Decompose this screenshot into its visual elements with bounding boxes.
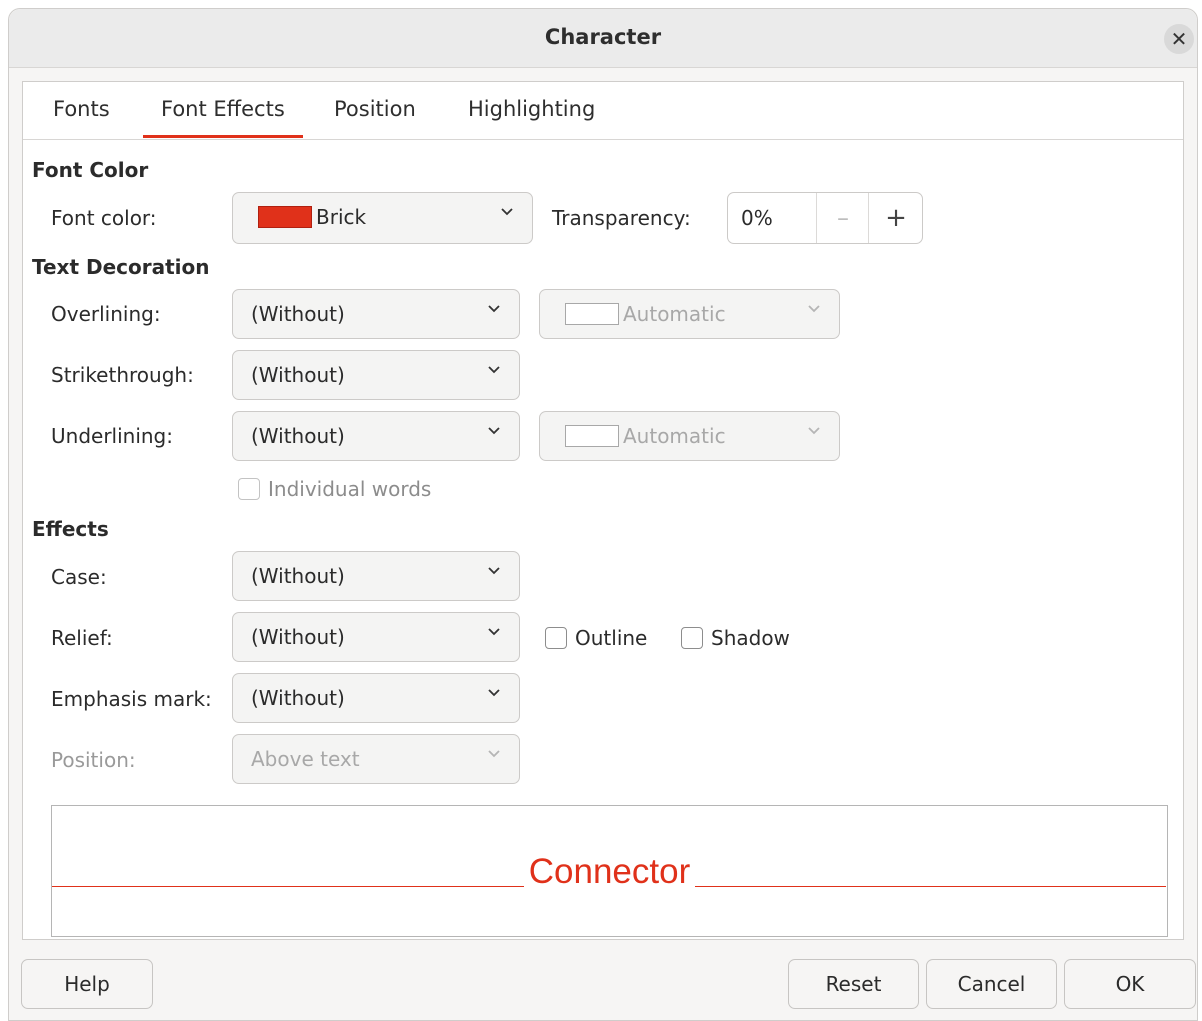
preview-underline-left (52, 886, 524, 887)
decrement-button[interactable]: – (816, 193, 869, 243)
strikethrough-value: (Without) (251, 363, 345, 387)
chevron-down-icon (488, 628, 500, 636)
close-button[interactable]: ✕ (1164, 24, 1194, 54)
position-label: Position: (51, 748, 136, 772)
outline-checkbox[interactable] (545, 627, 567, 649)
tab-font-effects[interactable]: Font Effects (161, 97, 285, 121)
outline-label: Outline (575, 626, 648, 650)
chevron-down-icon (488, 366, 500, 374)
case-value: (Without) (251, 564, 345, 588)
overline-color-value: Automatic (623, 302, 726, 326)
underline-color-dropdown[interactable]: Automatic (539, 411, 840, 461)
preview-text: Connector (528, 852, 691, 891)
transparency-spinbox[interactable]: 0% – + (727, 192, 923, 244)
cancel-button[interactable]: Cancel (926, 959, 1057, 1009)
individual-words-label: Individual words (268, 477, 432, 501)
underline-color-value: Automatic (623, 424, 726, 448)
emphasis-mark-label: Emphasis mark: (51, 687, 212, 711)
chevron-down-icon (501, 208, 513, 216)
overline-color-swatch (565, 303, 619, 325)
font-color-label: Font color: (51, 206, 157, 230)
font-color-heading: Font Color (32, 158, 149, 182)
character-dialog: Character ✕ Fonts Font Effects Position … (8, 8, 1198, 1021)
individual-words-checkbox[interactable] (238, 478, 260, 500)
tab-panel: Fonts Font Effects Position Highlighting… (22, 81, 1184, 940)
font-color-swatch (258, 206, 312, 228)
effects-heading: Effects (32, 517, 109, 541)
overline-color-dropdown[interactable]: Automatic (539, 289, 840, 339)
case-dropdown[interactable]: (Without) (232, 551, 520, 601)
tab-bar: Fonts Font Effects Position Highlighting (23, 82, 1183, 140)
preview-box: Connector (51, 805, 1168, 937)
strikethrough-dropdown[interactable]: (Without) (232, 350, 520, 400)
close-icon: ✕ (1170, 27, 1188, 51)
tab-fonts[interactable]: Fonts (53, 97, 110, 121)
underline-color-swatch (565, 425, 619, 447)
title-bar: Character ✕ (9, 9, 1197, 68)
shadow-label: Shadow (711, 626, 790, 650)
ok-button[interactable]: OK (1064, 959, 1196, 1009)
active-tab-indicator (143, 135, 303, 138)
font-color-value: Brick (316, 205, 367, 229)
reset-button[interactable]: Reset (788, 959, 919, 1009)
overlining-dropdown[interactable]: (Without) (232, 289, 520, 339)
increment-button[interactable]: + (868, 193, 923, 243)
position-dropdown[interactable]: Above text (232, 734, 520, 784)
chevron-down-icon (488, 305, 500, 313)
text-decoration-heading: Text Decoration (32, 255, 210, 279)
font-color-dropdown[interactable]: Brick (232, 192, 533, 244)
transparency-label: Transparency: (552, 206, 691, 230)
overlining-value: (Without) (251, 302, 345, 326)
tab-highlighting[interactable]: Highlighting (468, 97, 595, 121)
underlining-label: Underlining: (51, 424, 173, 448)
strikethrough-label: Strikethrough: (51, 363, 194, 387)
overlining-label: Overlining: (51, 302, 161, 326)
emphasis-mark-value: (Without) (251, 686, 345, 710)
chevron-down-icon (808, 305, 820, 313)
case-label: Case: (51, 565, 107, 589)
relief-label: Relief: (51, 626, 113, 650)
underlining-value: (Without) (251, 424, 345, 448)
position-value: Above text (251, 747, 360, 771)
preview-underline-right (695, 886, 1166, 887)
chevron-down-icon (488, 567, 500, 575)
underlining-dropdown[interactable]: (Without) (232, 411, 520, 461)
shadow-checkbox[interactable] (681, 627, 703, 649)
transparency-value[interactable]: 0% (741, 206, 773, 230)
dialog-title: Character (544, 25, 662, 49)
chevron-down-icon (488, 427, 500, 435)
help-button[interactable]: Help (21, 959, 153, 1009)
tab-position[interactable]: Position (334, 97, 416, 121)
chevron-down-icon (488, 750, 500, 758)
relief-dropdown[interactable]: (Without) (232, 612, 520, 662)
emphasis-mark-dropdown[interactable]: (Without) (232, 673, 520, 723)
chevron-down-icon (488, 689, 500, 697)
relief-value: (Without) (251, 625, 345, 649)
chevron-down-icon (808, 427, 820, 435)
